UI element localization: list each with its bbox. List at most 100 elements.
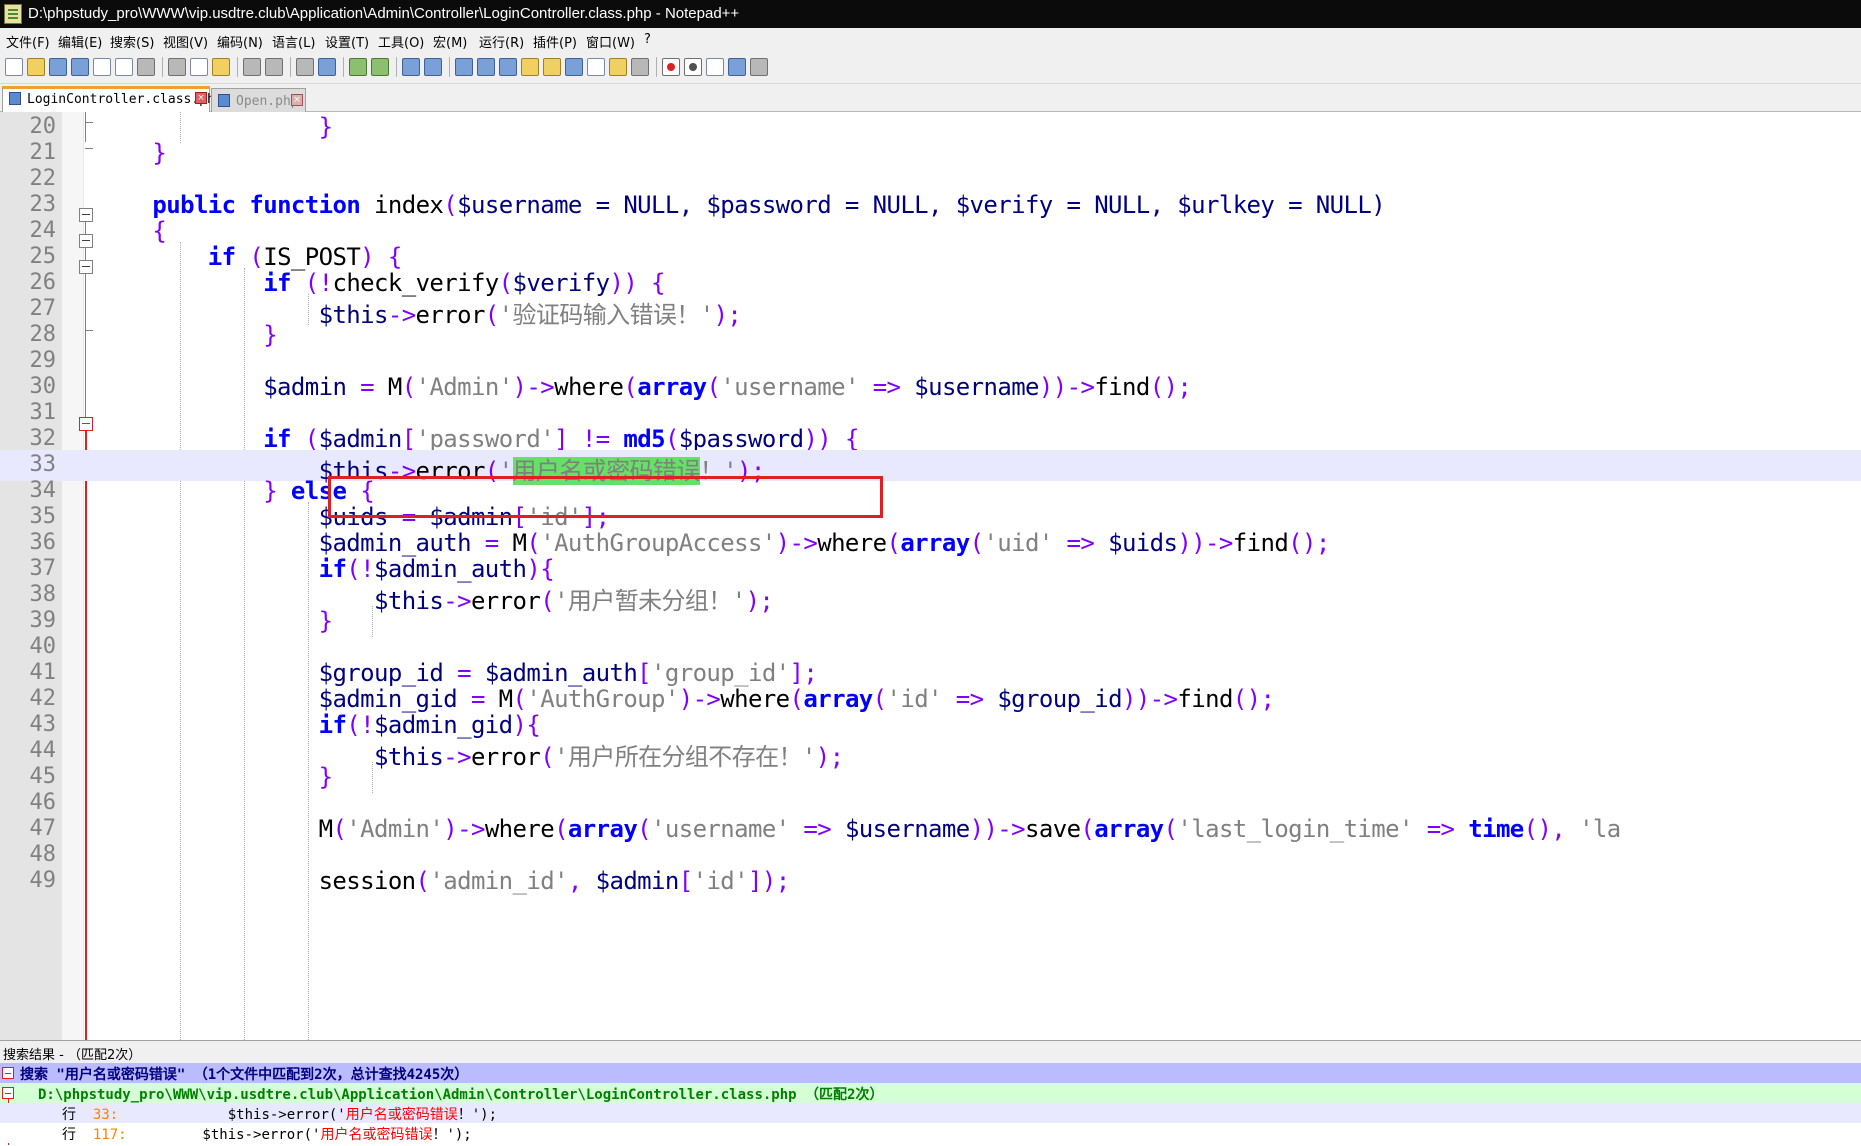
menu-file[interactable]: 文件(F) — [6, 32, 50, 51]
play-macro-icon[interactable] — [706, 58, 724, 76]
menu-language[interactable]: 语言(L) — [272, 32, 315, 51]
redo-icon[interactable] — [265, 58, 283, 76]
doc-map-icon[interactable] — [543, 58, 561, 76]
zoom-out-icon[interactable] — [371, 58, 389, 76]
line-number: 49 — [29, 868, 57, 893]
monitor-icon[interactable] — [609, 58, 627, 76]
find-icon[interactable] — [296, 58, 314, 76]
line-number: 24 — [29, 218, 57, 243]
menu-plugins[interactable]: 插件(P) — [533, 32, 577, 51]
menu-help[interactable]: ? — [644, 32, 651, 47]
tab-logincontroller[interactable]: LoginController.class.php × — [2, 86, 223, 113]
paste-icon[interactable] — [212, 58, 230, 76]
annotation-highlight-box — [328, 476, 883, 518]
save-all-icon[interactable] — [71, 58, 89, 76]
toolbar-separator — [343, 57, 344, 77]
line-number: 39 — [29, 608, 57, 633]
line-number: 41 — [29, 660, 57, 685]
line-number: 38 — [29, 582, 57, 607]
preview-icon[interactable] — [631, 58, 649, 76]
close-tab-icon[interactable]: × — [291, 94, 303, 106]
save-macro-icon[interactable] — [750, 58, 768, 76]
copy-icon[interactable] — [190, 58, 208, 76]
hit-match-text: 用户名或密码错误 — [345, 1107, 458, 1123]
sync-horizontal-icon[interactable] — [424, 58, 442, 76]
record-macro-icon[interactable] — [662, 58, 680, 76]
code-text: $group_id = $admin_auth['group_id']; — [318, 659, 818, 687]
line-number: 40 — [29, 634, 57, 659]
menu-settings[interactable]: 设置(T) — [325, 32, 369, 51]
line-number: 21 — [29, 140, 57, 165]
menu-window[interactable]: 窗口(W) — [586, 32, 635, 51]
line-number: 22 — [29, 166, 57, 191]
word-wrap-icon[interactable] — [455, 58, 473, 76]
code-text: public function index($username = NULL, … — [152, 191, 1386, 219]
line-number: 32 — [29, 426, 57, 451]
hit-code-before: $this->error(' — [126, 1127, 321, 1143]
file-saved-icon — [218, 94, 230, 107]
function-list-icon[interactable] — [565, 58, 583, 76]
undo-icon[interactable] — [243, 58, 261, 76]
menu-view[interactable]: 视图(V) — [163, 32, 208, 51]
sync-vertical-icon[interactable] — [402, 58, 420, 76]
cut-icon[interactable] — [168, 58, 186, 76]
tab-label: Open.php — [236, 94, 299, 109]
folder-workspace-icon[interactable] — [587, 58, 605, 76]
menu-tools[interactable]: 工具(O) — [378, 32, 424, 51]
stop-macro-icon[interactable] — [684, 58, 702, 76]
line-number: 43 — [29, 712, 57, 737]
fold-toggle-icon[interactable] — [2, 1067, 14, 1079]
save-icon[interactable] — [49, 58, 67, 76]
line-number: 44 — [29, 738, 57, 763]
zoom-in-icon[interactable] — [349, 58, 367, 76]
search-query-text: 搜索 "用户名或密码错误" （1个文件中匹配到2次，总计查找4245次） — [20, 1067, 469, 1083]
code-text: if (IS_POST) { — [207, 243, 403, 271]
code-text: session('admin_id', $admin['id']); — [97, 867, 791, 895]
code-line[interactable]: 49 session('admin_id', $admin['id']); — [0, 866, 1861, 897]
menu-search[interactable]: 搜索(S) — [110, 32, 154, 51]
search-hit-row[interactable]: 行 33: $this->error('用户名或密码错误！'); — [0, 1103, 1861, 1123]
run-macro-multiple-icon[interactable] — [728, 58, 746, 76]
open-file-icon[interactable] — [27, 58, 45, 76]
line-number: 36 — [29, 530, 57, 555]
close-file-icon[interactable] — [93, 58, 111, 76]
menu-edit[interactable]: 编辑(E) — [58, 32, 102, 51]
line-number: 30 — [29, 374, 57, 399]
code-text: if(!$admin_auth){ — [318, 555, 555, 583]
toolbar-separator — [396, 57, 397, 77]
line-number: 27 — [29, 296, 57, 321]
search-hit-row[interactable]: 行 117: $this->error('用户名或密码错误！'); — [0, 1123, 1861, 1143]
code-editor[interactable]: 20 } 21 } 22 23 public function index($u… — [0, 112, 1861, 1040]
code-text: $admin_gid = M('AuthGroup')->where(array… — [318, 685, 1275, 713]
new-file-icon[interactable] — [5, 58, 23, 76]
close-tab-icon[interactable]: × — [195, 92, 207, 104]
menu-macro[interactable]: 宏(M) — [433, 32, 467, 51]
line-number: 37 — [29, 556, 57, 581]
tab-bar: LoginController.class.php × Open.php × — [0, 84, 1861, 113]
search-file-path: D:\phpstudy_pro\WWW\vip.usdtre.club\Appl… — [38, 1087, 884, 1103]
indent-guide-icon[interactable] — [499, 58, 517, 76]
close-all-icon[interactable] — [115, 58, 133, 76]
fold-toggle-icon[interactable] — [2, 1087, 14, 1099]
replace-icon[interactable] — [318, 58, 336, 76]
search-file-row[interactable]: D:\phpstudy_pro\WWW\vip.usdtre.club\Appl… — [0, 1083, 1861, 1103]
search-results-panel: 搜索结果 - （匹配2次） 搜索 "用户名或密码错误" （1个文件中匹配到2次，… — [0, 1040, 1861, 1146]
hit-match-text: 用户名或密码错误 — [320, 1127, 433, 1143]
line-number: 26 — [29, 270, 57, 295]
hit-line-number: 117: — [92, 1127, 127, 1143]
code-text: if(!$admin_gid){ — [318, 711, 541, 739]
menu-encoding[interactable]: 编码(N) — [217, 32, 263, 51]
code-text: } — [318, 113, 333, 141]
udl-icon[interactable] — [521, 58, 539, 76]
tab-open-php[interactable]: Open.php × — [211, 88, 306, 112]
code-text: } — [152, 139, 167, 167]
line-number: 31 — [29, 400, 57, 425]
search-query-row[interactable]: 搜索 "用户名或密码错误" （1个文件中匹配到2次，总计查找4245次） — [0, 1063, 1861, 1083]
code-text: if (!check_verify($verify)) { — [263, 269, 665, 297]
toolbar-separator — [449, 57, 450, 77]
print-icon[interactable] — [137, 58, 155, 76]
menu-run[interactable]: 运行(R) — [479, 32, 524, 51]
code-text: } — [263, 321, 278, 349]
show-all-chars-icon[interactable] — [477, 58, 495, 76]
hit-line-label: 行 — [62, 1107, 76, 1123]
